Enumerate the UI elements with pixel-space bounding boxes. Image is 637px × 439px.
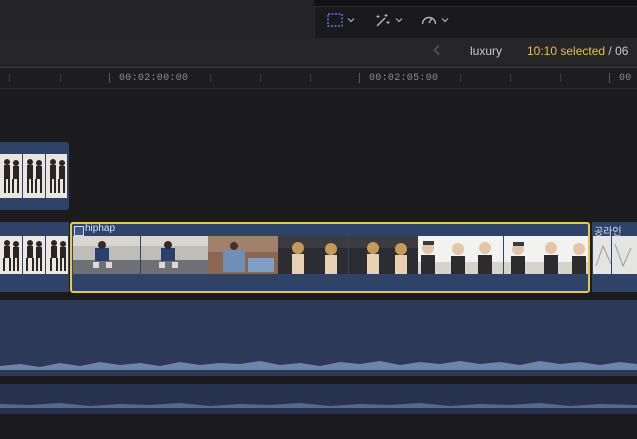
enhance-tool-button[interactable] <box>374 10 403 30</box>
ruler-tick <box>609 73 610 83</box>
chevron-down-icon <box>395 18 403 23</box>
ruler-tick <box>210 74 211 82</box>
dancers-thumbnail <box>0 154 67 198</box>
back-button[interactable] <box>432 44 444 58</box>
ruler-tick <box>460 74 461 82</box>
audio-lane-1[interactable] <box>0 300 637 376</box>
timeline-area[interactable]: hiphap 공라인 <box>0 89 637 439</box>
retime-tool-button[interactable] <box>420 10 449 30</box>
audio-lane-2[interactable] <box>0 384 637 414</box>
audio-waveform <box>0 361 637 370</box>
ruler-tick <box>260 74 261 82</box>
left-clip-thumbnails <box>0 236 68 274</box>
toolbar-top-strip <box>314 0 637 7</box>
right-clip-thumbnails <box>593 236 637 274</box>
storyline-clip-right[interactable]: 공라인 <box>592 222 637 292</box>
selection-tool-button[interactable] <box>326 10 355 30</box>
ruler-timecode-partial: 00 <box>619 73 632 84</box>
magic-wand-icon <box>376 14 390 27</box>
selection-status: 10:10 selected / 06 <box>527 44 628 58</box>
storyline-clip-left[interactable] <box>0 222 69 292</box>
chevron-down-icon <box>347 18 355 23</box>
lane-gap <box>0 376 637 384</box>
selection-duration: 10:10 selected <box>527 44 606 58</box>
sketch-thumbnail <box>593 236 637 274</box>
ruler-tick <box>310 74 311 82</box>
audio-waveform <box>0 403 637 408</box>
ruler-tick <box>359 73 360 83</box>
speed-gauge-icon <box>421 16 437 25</box>
connected-clip-thumbnails <box>0 154 67 198</box>
ruler-timecode: 00:02:05:00 <box>369 73 439 84</box>
ruler-tick <box>9 74 10 82</box>
timeline-ruler[interactable]: 00:02:00:00 00:02:05:00 00 <box>0 68 637 89</box>
ruler-timecode: 00:02:00:00 <box>119 73 189 84</box>
chevron-left-icon <box>433 45 440 55</box>
selection-tool-icon <box>327 13 343 27</box>
selection-outline <box>70 222 590 293</box>
total-duration: / 06 <box>608 44 629 58</box>
ruler-tick <box>109 73 110 83</box>
lane-gap <box>0 293 637 300</box>
ruler-tick <box>60 74 61 82</box>
ruler-tick <box>510 74 511 82</box>
dancers-thumbnail <box>0 236 68 274</box>
toolbar-left-area <box>0 0 313 39</box>
project-name[interactable]: luxury <box>470 44 502 58</box>
ruler-tick <box>560 74 561 82</box>
chevron-down-icon <box>441 18 449 23</box>
connected-clip[interactable] <box>0 142 69 210</box>
